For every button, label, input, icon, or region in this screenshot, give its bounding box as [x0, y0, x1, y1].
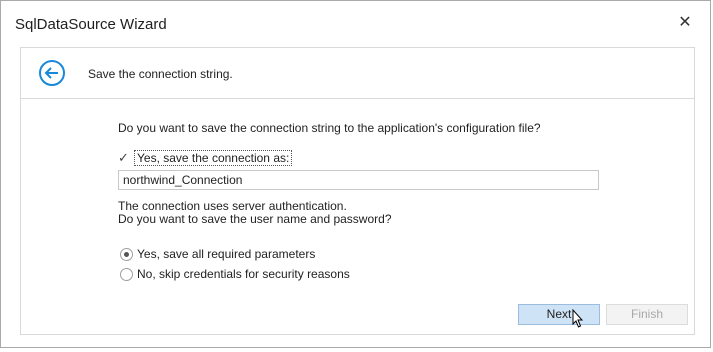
back-arrow-circle-icon[interactable]: [38, 59, 66, 87]
finish-button[interactable]: Finish: [606, 304, 688, 325]
wizard-header: Save the connection string.: [20, 47, 695, 99]
wizard-body: Do you want to save the connection strin…: [20, 98, 695, 335]
save-question: Do you want to save the connection strin…: [118, 121, 541, 135]
radio-unselected-icon[interactable]: [120, 268, 133, 281]
hand-pointer-icon: [572, 309, 584, 328]
step-title: Save the connection string.: [88, 67, 233, 81]
radio-selected-icon[interactable]: [120, 248, 133, 261]
radio-skip-credentials-label[interactable]: No, skip credentials for security reason…: [137, 267, 350, 281]
title-bar: SqlDataSource Wizard ✕: [1, 1, 710, 47]
window-title: SqlDataSource Wizard: [15, 16, 167, 33]
save-credentials-question: Do you want to save the user name and pa…: [118, 212, 392, 226]
wizard-window: SqlDataSource Wizard ✕ Save the connecti…: [0, 0, 711, 348]
auth-info-text: The connection uses server authenticatio…: [118, 199, 347, 213]
connection-name-input[interactable]: [118, 170, 599, 190]
radio-save-parameters-label[interactable]: Yes, save all required parameters: [137, 247, 315, 261]
save-connection-label[interactable]: Yes, save the connection as:: [134, 150, 293, 166]
next-button[interactable]: Next: [518, 304, 600, 325]
checkbox-checked-icon[interactable]: ✓: [118, 151, 131, 164]
close-icon[interactable]: ✕: [676, 14, 694, 32]
